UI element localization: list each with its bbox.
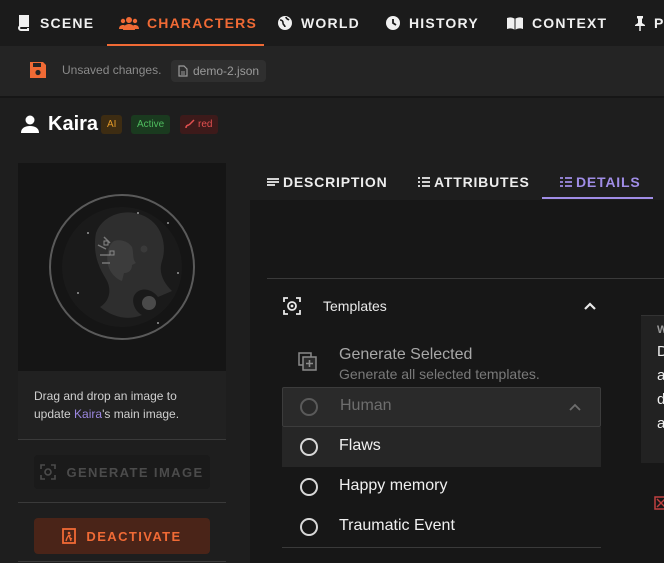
ai-badge: AI bbox=[101, 115, 123, 134]
divider bbox=[282, 547, 601, 548]
generate-selected-title[interactable]: Generate Selected bbox=[339, 346, 472, 364]
exit-door-icon bbox=[62, 528, 77, 544]
template-group-label: Human bbox=[340, 397, 392, 414]
tab-description[interactable]: DESCRIPTION bbox=[266, 172, 387, 192]
character-image[interactable] bbox=[18, 163, 226, 371]
image-drop-hint: Drag and drop an image to update Kaira's… bbox=[18, 371, 226, 439]
hint-text-post: 's main image. bbox=[102, 407, 180, 421]
description-icon bbox=[267, 178, 279, 186]
globe-icon bbox=[278, 16, 292, 30]
template-item[interactable]: Traumatic Event bbox=[282, 507, 601, 547]
top-navigation: SCENE CHARACTERS WORLD HISTORY CONTEXT P bbox=[0, 0, 664, 46]
divider bbox=[18, 502, 226, 503]
divider bbox=[18, 561, 226, 562]
generate-image-icon bbox=[40, 464, 57, 480]
hint-character-name: Kaira bbox=[74, 407, 103, 421]
template-item-label: Traumatic Event bbox=[339, 517, 455, 534]
side-card-heading: W bbox=[657, 324, 664, 336]
file-icon bbox=[178, 65, 188, 77]
tab-details-label: DETAILS bbox=[576, 174, 641, 190]
side-card-line: a bbox=[657, 415, 664, 432]
close-box-icon[interactable] bbox=[654, 496, 664, 510]
nav-history-label: HISTORY bbox=[409, 15, 479, 31]
portrait-artwork bbox=[49, 194, 195, 340]
chevron-up-icon[interactable] bbox=[569, 403, 581, 411]
divider bbox=[18, 439, 226, 440]
generate-selected-subtitle: Generate all selected templates. bbox=[339, 366, 540, 382]
template-item[interactable]: Happy memory bbox=[282, 467, 601, 507]
nav-world[interactable]: WORLD bbox=[277, 0, 360, 46]
deactivate-label: DEACTIVATE bbox=[86, 528, 182, 544]
book-icon bbox=[507, 17, 523, 30]
brush-icon bbox=[185, 119, 195, 129]
pin-icon bbox=[635, 16, 645, 31]
generate-image-button[interactable]: GENERATE IMAGE bbox=[34, 455, 210, 489]
list-icon bbox=[418, 177, 430, 187]
clock-icon bbox=[386, 16, 400, 30]
person-icon bbox=[21, 115, 39, 133]
character-name: Kaira bbox=[48, 113, 99, 135]
nav-world-label: WORLD bbox=[301, 15, 360, 31]
nav-context-label: CONTEXT bbox=[532, 15, 608, 31]
radio-flaws[interactable] bbox=[300, 438, 318, 456]
radio-traumatic-event[interactable] bbox=[300, 518, 318, 536]
file-chip: demo-2.json bbox=[171, 60, 267, 82]
nav-history[interactable]: HISTORY bbox=[385, 0, 479, 46]
details-icon bbox=[560, 177, 572, 187]
radio-happy-memory[interactable] bbox=[300, 478, 318, 496]
template-group-human[interactable]: Human bbox=[282, 387, 601, 427]
chevron-up-icon[interactable] bbox=[583, 301, 597, 311]
side-info-card: W D a d a bbox=[641, 315, 664, 463]
tab-description-label: DESCRIPTION bbox=[283, 174, 388, 190]
template-item[interactable]: Flaws bbox=[282, 427, 601, 467]
scene-icon bbox=[18, 15, 29, 31]
tab-details[interactable]: DETAILS bbox=[559, 172, 640, 192]
templates-title: Templates bbox=[323, 298, 387, 314]
unsaved-changes-text: Unsaved changes. bbox=[62, 63, 162, 77]
file-name: demo-2.json bbox=[193, 64, 260, 78]
nav-characters[interactable]: CHARACTERS bbox=[119, 0, 257, 46]
color-badge-label: red bbox=[198, 119, 213, 130]
save-icon[interactable] bbox=[28, 60, 48, 80]
generate-selected-icon[interactable] bbox=[298, 352, 318, 372]
active-badge: Active bbox=[131, 115, 171, 134]
side-card-line: D bbox=[657, 343, 664, 360]
nav-pinned[interactable]: P bbox=[634, 0, 664, 46]
templates-icon bbox=[283, 297, 301, 315]
radio-human[interactable] bbox=[300, 398, 318, 416]
nav-scene[interactable]: SCENE bbox=[16, 0, 94, 46]
divider bbox=[267, 278, 664, 279]
nav-scene-label: SCENE bbox=[40, 15, 95, 31]
side-card-line: a bbox=[657, 367, 664, 384]
nav-context[interactable]: CONTEXT bbox=[506, 0, 607, 46]
template-item-label: Happy memory bbox=[339, 477, 448, 494]
template-item-label: Flaws bbox=[339, 437, 381, 454]
color-badge: red bbox=[180, 115, 219, 134]
deactivate-button[interactable]: DEACTIVATE bbox=[34, 518, 210, 554]
side-card-line: d bbox=[657, 391, 664, 408]
generate-image-label: GENERATE IMAGE bbox=[66, 464, 204, 480]
tab-attributes-label: ATTRIBUTES bbox=[434, 174, 530, 190]
tab-attributes[interactable]: ATTRIBUTES bbox=[417, 172, 530, 192]
characters-icon bbox=[119, 17, 139, 30]
active-tab-underline bbox=[542, 197, 653, 199]
nav-characters-label: CHARACTERS bbox=[147, 15, 257, 31]
nav-pinned-label: P bbox=[654, 15, 664, 31]
